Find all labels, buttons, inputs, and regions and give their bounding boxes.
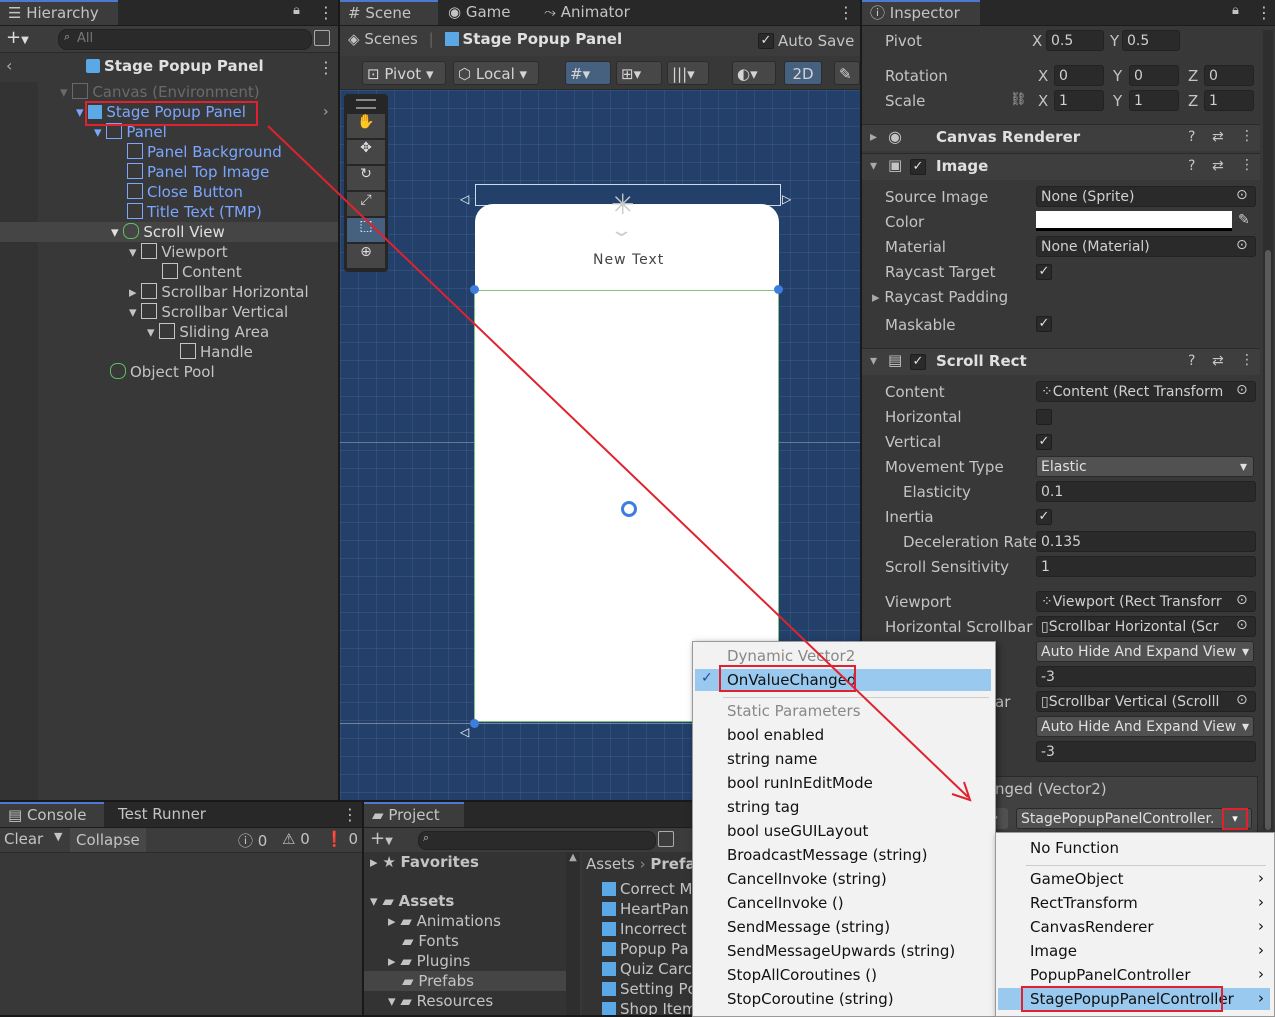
annotation-arrow: [267, 125, 972, 802]
